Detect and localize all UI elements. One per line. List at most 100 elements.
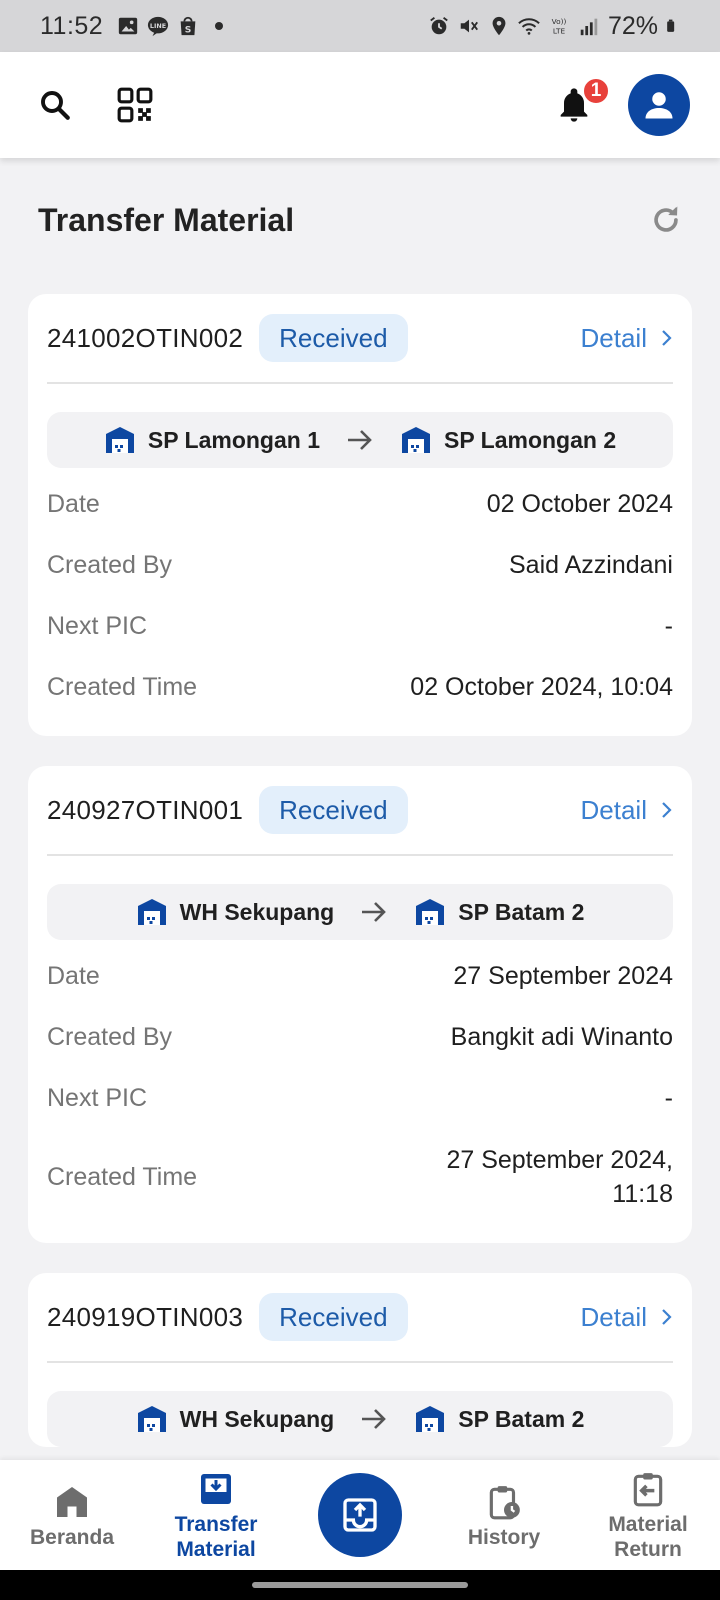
shopee-icon: S xyxy=(180,16,196,35)
home-gesture-handle[interactable] xyxy=(252,1582,468,1588)
outbox-upload-icon xyxy=(343,1498,377,1532)
card-header: 240919OTIN003 Received Detail xyxy=(47,1273,673,1363)
location-icon xyxy=(492,16,506,36)
system-nav-bar xyxy=(0,1570,720,1600)
warehouse-icon xyxy=(416,1406,445,1432)
svg-text:LINE: LINE xyxy=(150,22,166,30)
transfer-id: 240919OTIN003 xyxy=(47,1301,244,1332)
route-from: WH Sekupang xyxy=(136,1404,335,1434)
notification-dot xyxy=(215,22,224,30)
to-location: SP Lamongan 2 xyxy=(444,426,617,453)
refresh-button[interactable] xyxy=(646,200,686,240)
info-list: Date 02 October 2024 Created By Said Azz… xyxy=(47,468,673,736)
created-by-row: Created By Said Azzindani xyxy=(47,535,673,596)
detail-link[interactable]: Detail xyxy=(581,323,673,354)
route-from: WH Sekupang xyxy=(136,897,335,927)
warehouse-icon xyxy=(402,427,430,453)
arrow-right-icon xyxy=(360,1407,388,1431)
detail-label: Detail xyxy=(580,794,647,825)
chevron-right-icon xyxy=(662,1309,672,1325)
chevron-right-icon xyxy=(662,802,672,818)
inbox-download-icon xyxy=(201,1474,231,1504)
card-header: 240927OTIN001 Received Detail xyxy=(47,766,673,856)
next-pic-label: Next PIC xyxy=(47,1084,148,1112)
svg-text:LTE: LTE xyxy=(553,26,566,35)
battery-percent: 72% xyxy=(607,11,658,40)
clipboard-return-icon xyxy=(633,1473,663,1507)
chevron-right-icon xyxy=(662,330,672,346)
refresh-icon xyxy=(654,206,678,232)
arrow-right-icon xyxy=(346,428,374,452)
transfer-id: 240927OTIN001 xyxy=(47,794,244,825)
nav-material-return[interactable]: Material Return xyxy=(576,1460,720,1570)
warehouse-icon xyxy=(105,427,134,453)
nav-transfer-material[interactable]: Transfer Material xyxy=(144,1460,288,1570)
status-time: 11:52 xyxy=(40,11,104,40)
from-location: WH Sekupang xyxy=(179,898,335,925)
user-icon xyxy=(645,92,673,119)
route-bar: SP Lamongan 1 SP Lamongan 2 xyxy=(47,412,673,468)
nav-transfer-material-label: Transfer Material xyxy=(174,1513,258,1561)
profile-button[interactable] xyxy=(628,74,690,136)
from-location: WH Sekupang xyxy=(179,1405,335,1432)
transfer-card[interactable]: 240919OTIN003 Received Detail WH Sekupan… xyxy=(28,1273,692,1447)
home-icon xyxy=(57,1486,87,1517)
nav-history[interactable]: History xyxy=(432,1460,576,1570)
transfer-list[interactable]: 241002OTIN002 Received Detail SP Lamonga… xyxy=(28,294,692,1460)
notifications-button[interactable]: 1 xyxy=(548,77,610,131)
detail-label: Detail xyxy=(580,322,647,353)
mute-icon xyxy=(460,19,478,33)
created-by-row: Created By Bangkit adi Winanto xyxy=(47,1007,673,1068)
svg-text:S: S xyxy=(185,24,192,35)
app-bar: 1 xyxy=(0,52,720,158)
clipboard-clock-icon xyxy=(489,1485,520,1519)
detail-link[interactable]: Detail xyxy=(581,1302,673,1333)
next-pic-row: Next PIC - xyxy=(47,1068,673,1129)
status-bar: 11:52 LINE S Vo)) LTE 72% xyxy=(0,0,720,52)
search-button[interactable] xyxy=(30,80,80,130)
upload-fab[interactable] xyxy=(318,1473,402,1557)
alarm-icon xyxy=(430,17,448,35)
created-by-value: Bangkit adi Winanto xyxy=(450,1023,673,1051)
nav-beranda-label: Beranda xyxy=(29,1525,115,1549)
transfer-id: 241002OTIN002 xyxy=(47,322,244,353)
date-row: Date 02 October 2024 xyxy=(47,474,673,535)
next-pic-row: Next PIC - xyxy=(47,596,673,657)
created-by-label: Created By xyxy=(47,551,173,579)
search-icon xyxy=(41,91,70,120)
route-to: SP Batam 2 xyxy=(414,1404,584,1434)
next-pic-value: - xyxy=(664,1084,673,1112)
card-header: 241002OTIN002 Received Detail xyxy=(47,294,673,384)
info-list: Date 27 September 2024 Created By Bangki… xyxy=(47,940,673,1243)
created-time-row: Created Time 02 October 2024, 10:04 xyxy=(47,657,673,718)
warehouse-icon xyxy=(137,899,166,925)
qr-scan-button[interactable] xyxy=(110,80,160,130)
nav-center-action[interactable] xyxy=(288,1460,432,1570)
status-badge: Received xyxy=(259,786,408,834)
created-time-label: Created Time xyxy=(47,1162,198,1191)
route-to: SP Lamongan 2 xyxy=(400,425,616,455)
line-icon: LINE xyxy=(148,16,169,37)
svg-text:Vo)): Vo)) xyxy=(552,17,567,26)
transfer-card[interactable]: 240927OTIN001 Received Detail WH Sekupan… xyxy=(28,766,692,1243)
route-bar: WH Sekupang SP Batam 2 xyxy=(47,884,673,940)
detail-label: Detail xyxy=(580,1301,647,1332)
signal-icon xyxy=(580,18,598,36)
next-pic-label: Next PIC xyxy=(47,612,148,640)
nav-history-label: History xyxy=(467,1525,541,1549)
battery-icon xyxy=(667,19,675,32)
created-by-value: Said Azzindani xyxy=(508,551,673,579)
notification-badge: 1 xyxy=(582,77,610,105)
warehouse-icon xyxy=(137,1406,166,1432)
to-location: SP Batam 2 xyxy=(458,1405,585,1432)
status-badge: Received xyxy=(259,314,408,362)
detail-link[interactable]: Detail xyxy=(581,795,673,826)
nav-beranda[interactable]: Beranda xyxy=(0,1460,144,1570)
route-bar: WH Sekupang SP Batam 2 xyxy=(47,1391,673,1447)
status-badge: Received xyxy=(259,1293,408,1341)
transfer-card[interactable]: 241002OTIN002 Received Detail SP Lamonga… xyxy=(28,294,692,736)
volte-icon: Vo))LTE xyxy=(552,17,567,35)
created-time-label: Created Time xyxy=(47,673,198,701)
created-time-row: Created Time 27 September 2024, 11:18 xyxy=(47,1129,673,1225)
to-location: SP Batam 2 xyxy=(458,898,585,925)
